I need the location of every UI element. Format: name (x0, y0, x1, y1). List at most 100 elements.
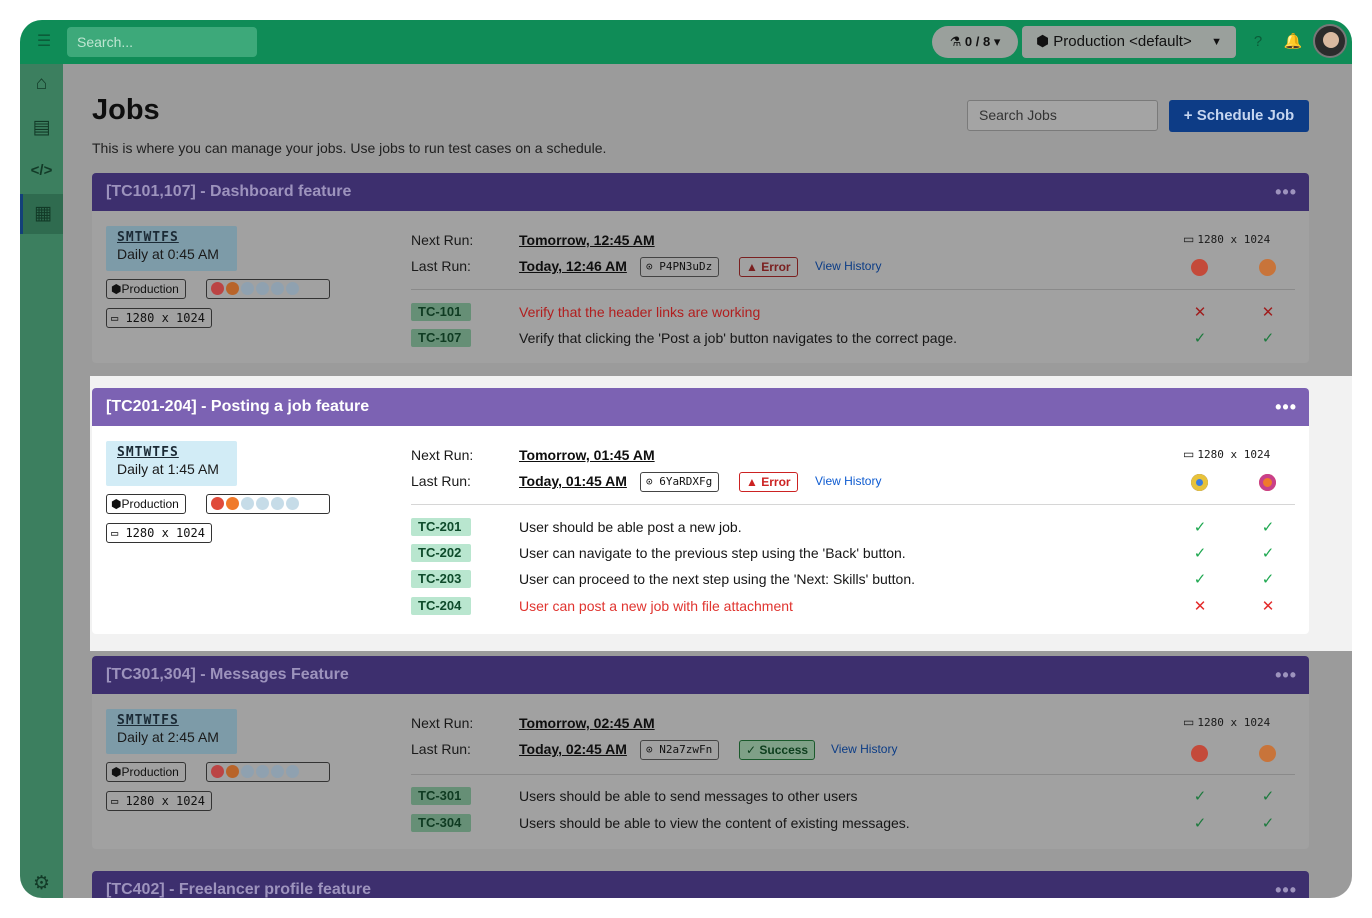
resolution-badge: ▭ 1280 x 1024 (106, 523, 212, 543)
job-card-header[interactable]: [TC201-204] - Posting a job feature ••• (92, 388, 1309, 426)
test-case-id[interactable]: TC-107 (411, 329, 471, 347)
resolution-label: ▭ 1280 x 1024 (1183, 715, 1270, 729)
fail-icon: ✕ (1261, 304, 1275, 321)
schedule-box: SMTWTFS Daily at 2:45 AM (106, 709, 237, 754)
bell-icon[interactable]: 🔔 (1283, 32, 1303, 52)
test-case-id[interactable]: TC-203 (411, 570, 471, 588)
test-case-id[interactable]: TC-101 (411, 303, 471, 321)
runs-counter-label: 0 / 8 ▾ (964, 34, 1001, 49)
run-id-badge[interactable]: ⊙ P4PN3uDz (640, 257, 720, 277)
chrome-icon (1191, 259, 1208, 276)
hamburger-icon[interactable]: ☰ (34, 32, 54, 52)
check-icon: ✓ (1261, 815, 1275, 832)
schedule-days: SMTWTFS (117, 445, 179, 460)
chrome-icon (1191, 474, 1208, 491)
job-card: [TC402] - Freelancer profile feature ••• (92, 871, 1309, 898)
opera-icon (256, 282, 269, 295)
status-badge: ▲ Error (739, 472, 798, 492)
test-case-description: Verify that the header links are working (519, 304, 761, 320)
view-history-link[interactable]: View History (815, 474, 881, 488)
job-title: [TC101,107] - Dashboard feature (106, 183, 352, 200)
test-case-id[interactable]: TC-201 (411, 518, 471, 536)
environment-badge-label: Production (121, 497, 179, 511)
browser-badges (206, 494, 330, 514)
test-case-id[interactable]: TC-204 (411, 597, 471, 615)
view-history-link[interactable]: View History (831, 742, 897, 756)
opera-icon (256, 765, 269, 778)
firefox-icon (1259, 474, 1276, 491)
more-options-icon[interactable]: ••• (1275, 173, 1297, 211)
next-run-value[interactable]: Tomorrow, 02:45 AM (519, 715, 655, 731)
clipboard-icon[interactable]: ▤ (20, 108, 63, 148)
help-icon[interactable]: ? (1248, 32, 1268, 52)
fail-icon: ✕ (1261, 598, 1275, 615)
check-icon: ✓ (1261, 571, 1275, 588)
job-title: [TC301,304] - Messages Feature (106, 666, 349, 683)
test-case-id[interactable]: TC-304 (411, 814, 471, 832)
code-icon[interactable]: </> (20, 151, 63, 191)
last-run-value[interactable]: Today, 02:45 AM (519, 741, 627, 757)
safari-icon (241, 497, 254, 510)
top-bar: ☰ Search... ⚗ 0 / 8 ▾ ⬢ Production <defa… (20, 20, 1352, 64)
test-case-description: User can navigate to the previous step u… (519, 545, 906, 561)
status-label: Error (761, 260, 791, 274)
firefox-icon (226, 497, 239, 510)
status-badge: ▲ Error (739, 257, 798, 277)
firefox-icon (1259, 745, 1276, 762)
run-id: P4PN3uDz (659, 260, 713, 273)
settings-icon[interactable]: ⚙ (20, 864, 63, 898)
firefox-icon (1259, 259, 1276, 276)
run-id-badge[interactable]: ⊙ 6YaRDXFg (640, 472, 720, 492)
schedule-box: SMTWTFS Daily at 1:45 AM (106, 441, 237, 486)
next-run-value[interactable]: Tomorrow, 12:45 AM (519, 232, 655, 248)
avatar[interactable] (1313, 24, 1347, 58)
home-icon[interactable]: ⌂ (20, 64, 63, 104)
check-icon: ✓ (1193, 788, 1207, 805)
browser-badges (206, 279, 330, 299)
environment-select[interactable]: ⬢ Production <default> ▼ (1022, 26, 1236, 58)
global-search-input[interactable]: Search... (67, 27, 257, 57)
job-card-focused: [TC201-204] - Posting a job feature ••• … (92, 388, 1309, 634)
more-options-icon[interactable]: ••• (1275, 388, 1297, 426)
last-run-value[interactable]: Today, 01:45 AM (519, 473, 627, 489)
page-title: Jobs (92, 94, 160, 126)
more-options-icon[interactable]: ••• (1275, 656, 1297, 694)
resolution-text: 1280 x 1024 (1197, 233, 1271, 246)
schedule-time: Daily at 1:45 AM (117, 461, 219, 477)
check-icon: ✓ (1261, 788, 1275, 805)
search-jobs-input[interactable]: Search Jobs (967, 100, 1158, 131)
resolution-label: ▭ 1280 x 1024 (1183, 232, 1270, 246)
ie-icon (271, 282, 284, 295)
flask-icon: ⚗ (949, 34, 965, 49)
job-card-header[interactable]: [TC402] - Freelancer profile feature ••• (92, 871, 1309, 898)
schedule-days: SMTWTFS (117, 713, 179, 728)
test-case-description: Users should be able to view the content… (519, 815, 910, 831)
check-icon: ✓ (1261, 545, 1275, 562)
test-case-id[interactable]: TC-301 (411, 787, 471, 805)
firefox-icon (226, 282, 239, 295)
check-icon: ✓ (1193, 519, 1207, 536)
calendar-icon[interactable]: ▦ (20, 194, 63, 234)
job-title: [TC201-204] - Posting a job feature (106, 398, 370, 415)
environment-badge: ⬢Production (106, 762, 186, 782)
job-card: [TC301,304] - Messages Feature ••• SMTWT… (92, 656, 1309, 849)
schedule-time: Daily at 0:45 AM (117, 246, 219, 262)
next-run-value[interactable]: Tomorrow, 01:45 AM (519, 447, 655, 463)
test-case-description: Users should be able to send messages to… (519, 788, 858, 804)
run-id-badge[interactable]: ⊙ N2a7zwFn (640, 740, 720, 760)
main-content: Jobs This is where you can manage your j… (63, 64, 1352, 898)
status-badge: ✓ Success (739, 740, 816, 760)
next-run-label: Next Run: (411, 715, 474, 731)
resolution-badge: ▭ 1280 x 1024 (106, 791, 212, 811)
job-card-header[interactable]: [TC301,304] - Messages Feature ••• (92, 656, 1309, 694)
chrome-icon (1191, 745, 1208, 762)
last-run-value[interactable]: Today, 12:46 AM (519, 258, 627, 274)
job-card-header[interactable]: [TC101,107] - Dashboard feature ••• (92, 173, 1309, 211)
environment-label: Production <default> (1053, 33, 1192, 50)
test-case-id[interactable]: TC-202 (411, 544, 471, 562)
view-history-link[interactable]: View History (815, 259, 881, 273)
more-options-icon[interactable]: ••• (1275, 871, 1297, 898)
runs-counter-dropdown[interactable]: ⚗ 0 / 8 ▾ (932, 26, 1018, 58)
schedule-job-button[interactable]: + Schedule Job (1169, 100, 1309, 132)
divider (411, 289, 1295, 290)
